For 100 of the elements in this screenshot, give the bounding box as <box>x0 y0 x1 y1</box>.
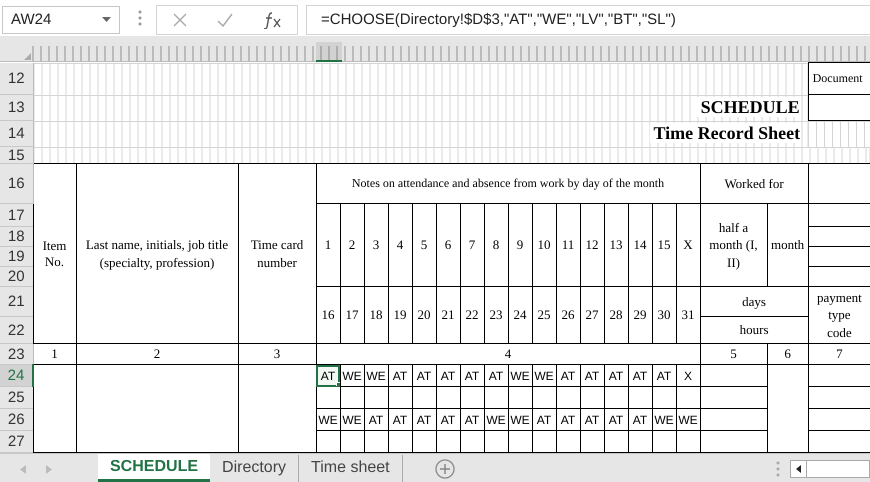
column-number: 3 <box>238 344 316 364</box>
sheet-tab[interactable]: SCHEDULE <box>98 454 210 482</box>
row-number[interactable]: 25 <box>0 386 33 408</box>
attendance-cell[interactable]: AT <box>580 364 604 386</box>
header-cell: Last name, initials, job title (specialty, profession) <box>76 164 238 344</box>
scroll-right-icon[interactable] <box>46 465 52 474</box>
function-icon[interactable] <box>263 10 283 28</box>
attendance-cell[interactable]: AT <box>388 364 412 386</box>
attendance-cell[interactable]: AT <box>412 364 436 386</box>
day-number: 26 <box>556 286 580 344</box>
dropdown-caret-icon <box>102 17 111 22</box>
attendance-cell[interactable]: AT <box>412 408 436 430</box>
sheet-subtitle: Time Record Sheet <box>650 123 800 143</box>
attendance-cell[interactable]: WE <box>508 364 532 386</box>
attendance-cell[interactable]: WE <box>340 364 364 386</box>
row-number[interactable]: 19 <box>0 246 33 266</box>
attendance-cell[interactable]: X <box>676 364 700 386</box>
row-number[interactable]: 13 <box>0 94 33 120</box>
day-number: 1 <box>316 204 340 286</box>
attendance-cell[interactable]: AT <box>628 364 652 386</box>
day-number: 27 <box>580 286 604 344</box>
attendance-cell[interactable]: WE <box>652 408 676 430</box>
cancel-icon[interactable] <box>173 12 187 26</box>
name-box[interactable]: AW24 <box>2 6 120 34</box>
header-cell: Time card number <box>238 164 316 344</box>
row-number[interactable]: 22 <box>0 316 33 344</box>
row-number[interactable]: 18 <box>0 226 33 246</box>
sheet-tab[interactable]: Time sheet <box>299 455 403 482</box>
day-number: 30 <box>652 286 676 344</box>
attendance-cell[interactable]: AT <box>604 364 628 386</box>
header-cell: half a month (I, II) <box>700 204 767 286</box>
day-number: 10 <box>532 204 556 286</box>
attendance-cell[interactable]: AT <box>556 364 580 386</box>
attendance-cell[interactable]: AT <box>484 364 508 386</box>
horizontal-scrollbar[interactable] <box>790 460 870 478</box>
row-number[interactable]: 17 <box>0 204 33 226</box>
day-number: 28 <box>604 286 628 344</box>
attendance-cell[interactable]: WE <box>532 364 556 386</box>
day-number: 22 <box>460 286 484 344</box>
attendance-cell[interactable]: AT <box>460 408 484 430</box>
header-cell: Notes on attendance and absence from work by day of the month <box>316 164 700 204</box>
formula-field[interactable]: =CHOOSE(Directory!$D$3,"AT","WE","LV","BT","SL") <box>306 4 870 34</box>
attendance-cell[interactable]: AT <box>556 408 580 430</box>
column-number: 1 <box>33 344 76 364</box>
day-number: 6 <box>436 204 460 286</box>
day-number: 7 <box>460 204 484 286</box>
row-number[interactable]: 16 <box>0 164 33 204</box>
attendance-cell[interactable]: AT <box>436 408 460 430</box>
attendance-cell[interactable]: AT <box>388 408 412 430</box>
sheet-tab[interactable]: Directory <box>210 455 300 482</box>
day-number: 19 <box>388 286 412 344</box>
header-cell: Worked for <box>700 164 808 204</box>
add-sheet-icon[interactable] <box>434 459 455 479</box>
attendance-cell[interactable]: AT <box>532 408 556 430</box>
day-number: 16 <box>316 286 340 344</box>
day-number: 23 <box>484 286 508 344</box>
attendance-cell[interactable]: AT <box>436 364 460 386</box>
column-number: 6 <box>767 344 808 364</box>
day-number: 14 <box>628 204 652 286</box>
sheet-title: SCHEDULE <box>696 97 800 117</box>
row-number[interactable]: 20 <box>0 266 33 286</box>
attendance-cell[interactable]: AT <box>364 408 388 430</box>
day-number: 29 <box>628 286 652 344</box>
attendance-cell[interactable]: AT <box>652 364 676 386</box>
row-number[interactable]: 21 <box>0 286 33 316</box>
header-cell: month <box>767 204 808 286</box>
row-number[interactable]: 15 <box>0 146 33 164</box>
day-number: 20 <box>412 286 436 344</box>
attendance-cell[interactable]: AT <box>604 408 628 430</box>
attendance-cell[interactable]: AT <box>316 364 340 386</box>
row-number[interactable]: 23 <box>0 344 33 364</box>
row-number[interactable]: 27 <box>0 430 33 452</box>
attendance-cell[interactable]: AT <box>580 408 604 430</box>
day-number: 21 <box>436 286 460 344</box>
document-label: Document <box>808 62 870 94</box>
day-number: 4 <box>388 204 412 286</box>
column-number: 2 <box>76 344 238 364</box>
attendance-cell[interactable]: AT <box>628 408 652 430</box>
header-cell: Item No. <box>33 164 76 344</box>
more-dots-icon <box>138 10 142 26</box>
row-number[interactable]: 24 <box>0 364 33 386</box>
column-number: 4 <box>316 344 700 364</box>
row-number[interactable]: 26 <box>0 408 33 430</box>
attendance-cell[interactable]: WE <box>676 408 700 430</box>
day-number: 24 <box>508 286 532 344</box>
day-number: 25 <box>532 286 556 344</box>
row-number[interactable]: 12 <box>0 62 33 94</box>
attendance-cell[interactable]: WE <box>484 408 508 430</box>
day-number: 3 <box>364 204 388 286</box>
row-number[interactable]: 14 <box>0 120 33 146</box>
attendance-cell[interactable]: WE <box>364 364 388 386</box>
attendance-cell[interactable]: WE <box>340 408 364 430</box>
check-icon[interactable] <box>217 12 233 26</box>
attendance-cell[interactable]: WE <box>508 408 532 430</box>
attendance-cell[interactable]: WE <box>316 408 340 430</box>
day-number: 18 <box>364 286 388 344</box>
day-number: 5 <box>412 204 436 286</box>
day-number: 17 <box>340 286 364 344</box>
more-dots-icon <box>776 461 780 477</box>
attendance-cell[interactable]: AT <box>460 364 484 386</box>
